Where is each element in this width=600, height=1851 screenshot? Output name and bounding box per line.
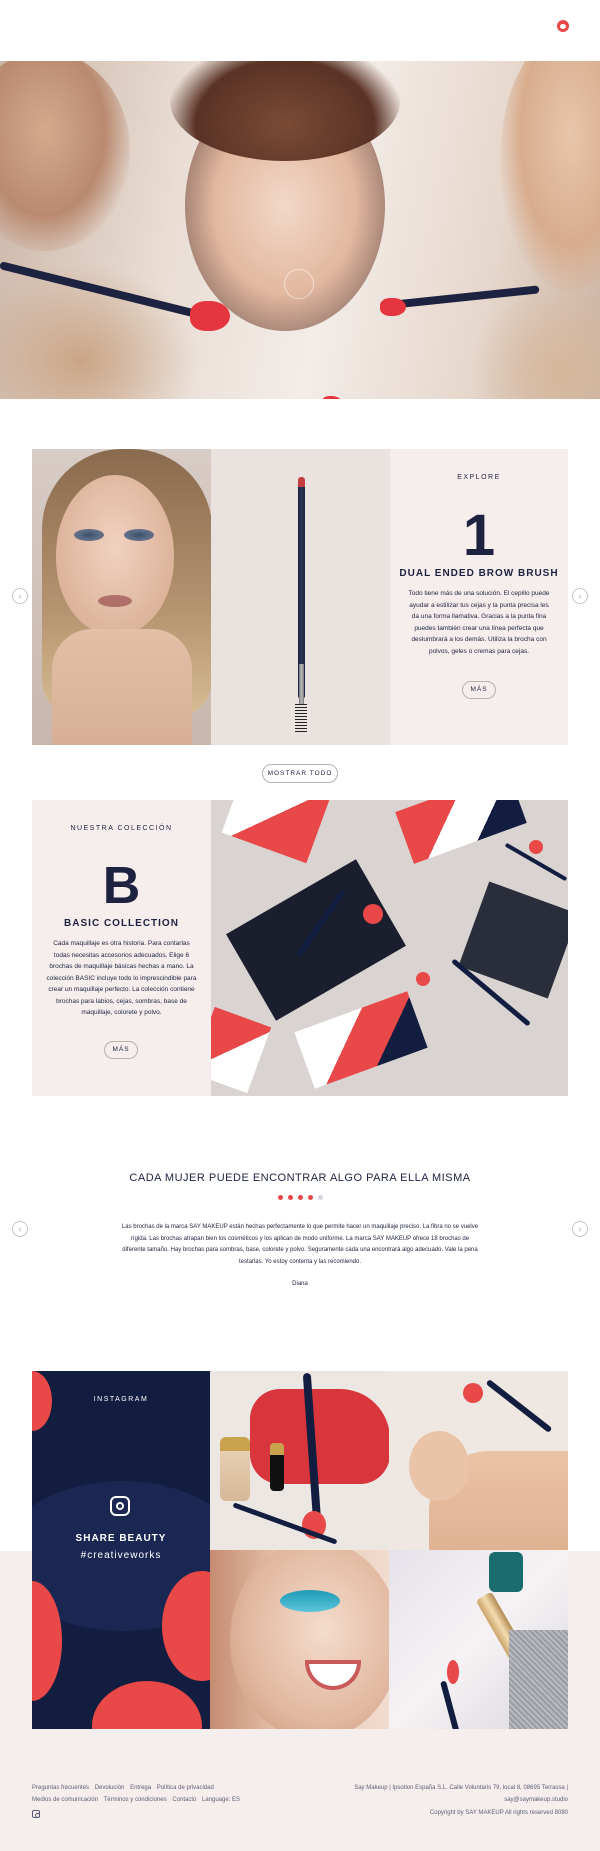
product-info-panel: EXPLORE 1 DUAL ENDED BROW BRUSH Todo tie… [390, 449, 568, 745]
footer-instagram-icon[interactable] [32, 1810, 40, 1818]
tile4-fabric [509, 1630, 568, 1729]
show-all-button[interactable]: MOSTRAR TODO [262, 764, 338, 783]
footer-links: Preguntas frecuentes Devolución Entrega … [32, 1782, 312, 1806]
product-number: 1 [462, 503, 496, 568]
instagram-tile-3[interactable] [210, 1550, 389, 1729]
tile4-brush [440, 1680, 464, 1729]
rating-star-5 [318, 1195, 323, 1200]
model-face [56, 475, 174, 635]
testimonial-title: CADA MUJER PUEDE ENCONTRAR ALGO PARA ELL… [129, 1172, 471, 1184]
instagram-headline: SHARE BEAUTY [75, 1533, 167, 1544]
brow-brush-spoolie [295, 704, 307, 732]
rating-star-3 [298, 1195, 303, 1200]
instagram-card[interactable]: INSTAGRAM SHARE BEAUTY #creativeworks [32, 1371, 210, 1729]
explore-label: EXPLORE [457, 474, 501, 481]
collection-photo [211, 800, 568, 1096]
footer-company-info: Say Makeup | Ipsotion España S.L. Calle … [300, 1782, 568, 1806]
tile3-face [230, 1550, 389, 1729]
footer-links-row-1: Preguntas frecuentes Devolución Entrega … [32, 1782, 312, 1794]
say-makeup-logo-icon[interactable] [557, 20, 569, 32]
tile2-hand [409, 1431, 469, 1501]
product-row: EXPLORE 1 DUAL ENDED BROW BRUSH Todo tie… [32, 449, 568, 745]
hero-shoulder-right [470, 281, 600, 399]
collection-info-panel: NUESTRA COLECCIÓN B BASIC COLLECTION Cad… [32, 800, 211, 1096]
collection-letter: B [102, 857, 141, 915]
tile2-brush [485, 1379, 553, 1433]
product-next-arrow[interactable]: › [572, 588, 588, 604]
footer-link-faq[interactable]: Preguntas frecuentes [32, 1785, 89, 1791]
instagram-hashtag: #creativeworks [80, 1550, 162, 1561]
footer-links-row-2: Medios de comunicación Términos y condic… [32, 1794, 312, 1806]
hero-brush-left-head [190, 301, 230, 331]
product-title: DUAL ENDED BROW BRUSH [399, 568, 559, 579]
testimonial-rating [276, 1195, 324, 1201]
footer-language-select[interactable]: Language: ES [202, 1797, 240, 1803]
instagram-tile-1[interactable] [210, 1371, 389, 1550]
model-eye-right [124, 529, 154, 541]
footer-link-returns[interactable]: Devolución [95, 1785, 125, 1791]
footer-copyright: Copyright by SAY MAKEUP All rights reser… [429, 1810, 568, 1816]
hero-brush-right-head [380, 298, 406, 316]
collection-brush-2-head [416, 972, 430, 986]
box-open-tray [226, 859, 406, 1021]
box-top-right [395, 800, 527, 864]
collection-title: BASIC COLLECTION [64, 918, 179, 929]
tile3-eyeshadow [280, 1590, 340, 1612]
testimonial-author: Diana [292, 1281, 308, 1287]
hero-cursor-ring [284, 269, 314, 299]
footer-company: Say Makeup | Ipsotion España S.L. Calle … [354, 1785, 568, 1791]
model-lips [98, 595, 132, 607]
collection-brush-3-head [529, 840, 543, 854]
footer-link-delivery[interactable]: Entrega [130, 1785, 151, 1791]
hero-brush-bottom-head [320, 396, 344, 399]
product-description: Todo tiene más de una solución. El cepil… [408, 590, 550, 655]
product-model-photo [32, 449, 211, 745]
model-neck [52, 629, 192, 745]
rating-star-1 [278, 1195, 283, 1200]
collection-row: NUESTRA COLECCIÓN B BASIC COLLECTION Cad… [32, 800, 568, 1096]
footer-link-contact[interactable]: Contacto [172, 1797, 196, 1803]
insta-blob-bottom [92, 1681, 202, 1729]
tile4-jar [489, 1552, 523, 1592]
collection-more-button[interactable]: MÁS [104, 1041, 138, 1059]
footer-link-privacy[interactable]: Política de privacidad [157, 1785, 214, 1791]
hero-image [0, 61, 600, 399]
footer-email[interactable]: say@saymakeup.studio [300, 1794, 568, 1806]
tile2-brush-head [463, 1383, 483, 1403]
collection-label: NUESTRA COLECCIÓN [70, 825, 173, 832]
product-brush-photo [211, 449, 390, 745]
testimonial-next-arrow[interactable]: › [572, 1221, 588, 1237]
hero-face-right [500, 61, 600, 291]
rating-star-4 [308, 1195, 313, 1200]
instagram-tile-2[interactable] [389, 1371, 568, 1550]
collection-description: Cada maquillaje es otra historia. Para c… [46, 940, 197, 1016]
testimonial-prev-arrow[interactable]: ‹ [12, 1221, 28, 1237]
footer-link-terms[interactable]: Términos y condiciones [104, 1797, 167, 1803]
tile4-brush-head [447, 1660, 459, 1684]
model-eye-left [74, 529, 104, 541]
box-bottom-center [294, 991, 428, 1089]
instagram-tile-4[interactable] [389, 1550, 568, 1729]
footer-link-media[interactable]: Medios de comunicación [32, 1797, 98, 1803]
rating-star-2 [288, 1195, 293, 1200]
testimonial-body: Las brochas de la marca SAY MAKEUP están… [121, 1224, 479, 1265]
hero-face-left [0, 61, 130, 251]
collection-brush-1-head [363, 904, 383, 924]
product-more-button[interactable]: MÁS [462, 681, 496, 699]
tile1-lipstick [270, 1443, 284, 1491]
hero-shoulder-left [0, 261, 200, 399]
product-prev-arrow[interactable]: ‹ [12, 588, 28, 604]
instagram-label: INSTAGRAM [93, 1396, 149, 1403]
tile1-bottle [220, 1437, 250, 1501]
brow-brush-tip [298, 477, 305, 487]
site-header [0, 0, 600, 61]
instagram-icon [110, 1496, 130, 1516]
box-bottom-left [211, 1006, 272, 1094]
brow-brush-ferrule [299, 664, 304, 704]
box-top-left [221, 800, 331, 864]
